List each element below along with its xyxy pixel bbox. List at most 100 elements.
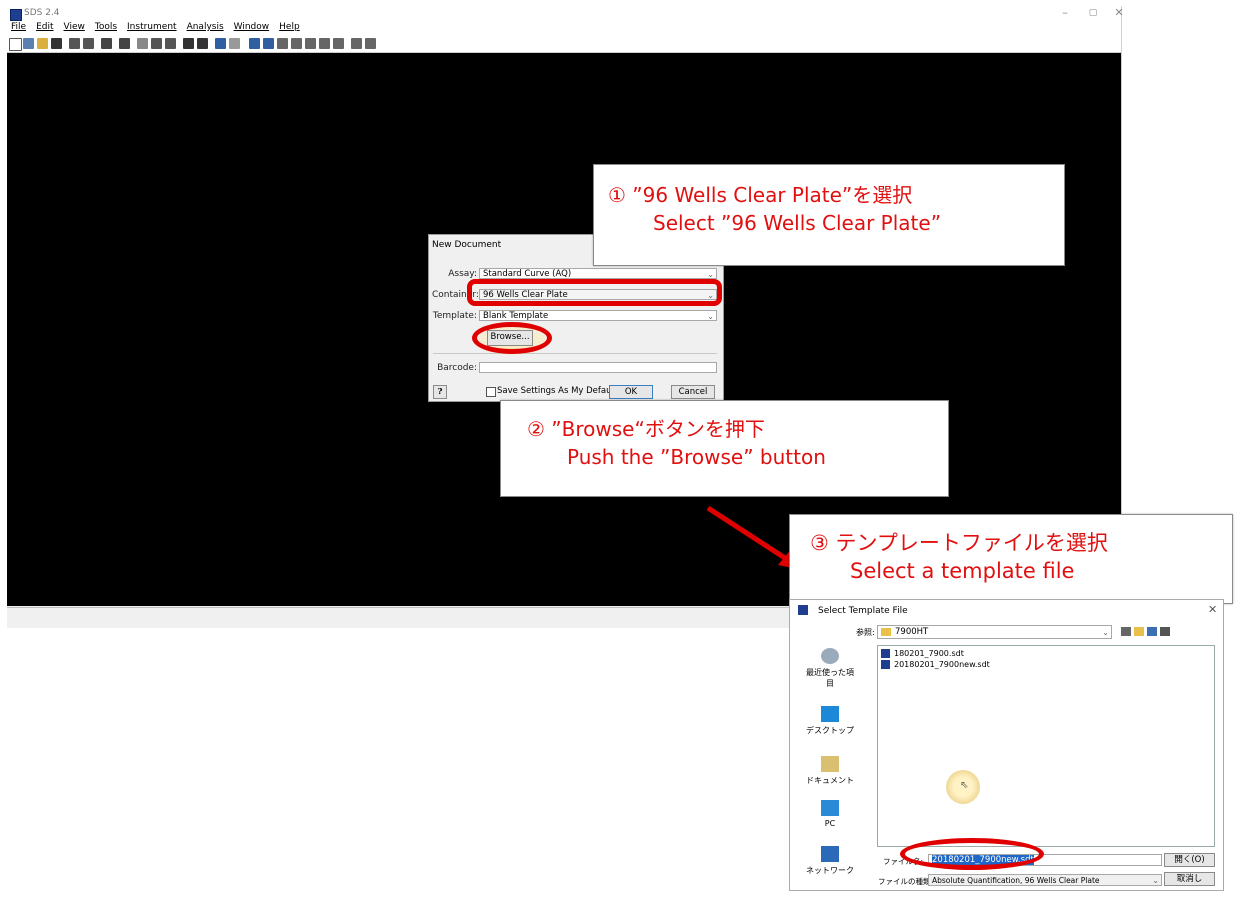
analyze-icon[interactable]	[215, 38, 226, 49]
new-document-icon[interactable]	[9, 38, 22, 51]
cut-icon[interactable]	[137, 38, 148, 49]
app-icon	[798, 605, 808, 615]
callout-step2-en: Push the ”Browse” button	[567, 445, 826, 469]
save-default-label: Save Settings As My Default	[497, 386, 618, 396]
export-icon[interactable]	[83, 38, 94, 49]
view-4-icon[interactable]	[319, 38, 330, 49]
open-button[interactable]: 開く(O)	[1164, 853, 1215, 867]
callout-step1: ① ”96 Wells Clear Plate”を選択 Select ”96 W…	[593, 164, 1065, 266]
view-6-icon[interactable]	[351, 38, 362, 49]
file-item[interactable]: 20180201_7900new.sdt	[881, 660, 990, 669]
place-network-label: ネットワーク	[806, 866, 854, 875]
divider	[433, 353, 717, 354]
pc-icon	[821, 800, 839, 816]
lookin-value: 7900HT	[895, 627, 929, 637]
place-recent[interactable]: 最近使った項目	[805, 648, 855, 689]
callout-step3: ③ テンプレートファイルを選択 Select a template file	[789, 514, 1233, 604]
paste-icon[interactable]	[165, 38, 176, 49]
place-pc[interactable]: PC	[805, 800, 855, 828]
documents-icon	[821, 756, 839, 772]
menu-tools[interactable]: Tools	[95, 22, 117, 32]
file-name: 180201_7900.sdt	[894, 649, 964, 658]
view-7-icon[interactable]	[365, 38, 376, 49]
assay-label: Assay:	[448, 269, 477, 279]
app-icon	[10, 9, 22, 21]
callout-step3-jp: ③ テンプレートファイルを選択	[810, 531, 1108, 555]
place-documents[interactable]: ドキュメント	[805, 756, 855, 786]
menu-instrument[interactable]: Instrument	[127, 22, 177, 32]
place-documents-label: ドキュメント	[806, 776, 854, 785]
print-icon[interactable]	[101, 38, 112, 49]
save-default-checkbox[interactable]	[486, 387, 496, 397]
chevron-down-icon: ⌄	[707, 312, 714, 321]
help-button[interactable]: ?	[433, 385, 447, 399]
up-folder-icon[interactable]	[1121, 627, 1131, 636]
menu-analysis[interactable]: Analysis	[187, 22, 224, 32]
place-desktop-label: デスクトップ	[806, 726, 854, 735]
filetype-select[interactable]: Absolute Quantification, 96 Wells Clear …	[928, 874, 1162, 886]
callout-step3-en: Select a template file	[850, 559, 1075, 583]
sdt-file-icon	[881, 649, 890, 658]
window-title: SDS 2.4	[24, 8, 60, 18]
sdt-file-icon	[881, 660, 890, 669]
filename-highlight-ring	[900, 838, 1044, 870]
close-button[interactable]: ✕	[1101, 6, 1137, 22]
template-label: Template:	[432, 311, 477, 321]
place-desktop[interactable]: デスクトップ	[805, 706, 855, 736]
menu-view[interactable]: View	[64, 22, 85, 32]
open-template-icon[interactable]	[23, 38, 34, 49]
plate-view-icon[interactable]	[249, 38, 260, 49]
template-dialog-title: Select Template File	[818, 606, 908, 616]
view-details-icon[interactable]	[1160, 627, 1170, 636]
menu-edit[interactable]: Edit	[36, 22, 53, 32]
desktop-icon	[821, 706, 839, 722]
view-5-icon[interactable]	[333, 38, 344, 49]
barcode-input[interactable]	[479, 362, 717, 373]
filetype-label: ファイルの種類:	[878, 877, 934, 886]
file-item[interactable]: 180201_7900.sdt	[881, 649, 964, 658]
callout-step2-jp: ② ”Browse“ボタンを押下	[527, 417, 765, 441]
open-folder-icon[interactable]	[37, 38, 48, 49]
menu-help[interactable]: Help	[279, 22, 300, 32]
place-pc-label: PC	[824, 819, 836, 828]
callout-step1-en: Select ”96 Wells Clear Plate”	[653, 211, 942, 235]
import-icon[interactable]	[69, 38, 80, 49]
dialog-title: New Document	[432, 240, 502, 250]
container-highlight-box	[467, 279, 722, 306]
grid-view-icon[interactable]	[263, 38, 274, 49]
find-icon[interactable]	[119, 38, 130, 49]
stop-icon[interactable]	[197, 38, 208, 49]
assay-select[interactable]: Standard Curve (AQ) ⌄	[479, 268, 717, 279]
file-list: 180201_7900.sdt 20180201_7900new.sdt ⇖	[877, 645, 1215, 847]
place-network[interactable]: ネットワーク	[805, 846, 855, 876]
filetype-value: Absolute Quantification, 96 Wells Clear …	[932, 876, 1100, 885]
chevron-down-icon: ⌄	[1152, 876, 1159, 885]
copy-icon[interactable]	[151, 38, 162, 49]
folder-icon	[881, 627, 891, 636]
view-3-icon[interactable]	[305, 38, 316, 49]
template-select[interactable]: Blank Template ⌄	[479, 310, 717, 321]
close-icon[interactable]: ✕	[1208, 603, 1217, 616]
run-icon[interactable]	[183, 38, 194, 49]
ok-button[interactable]: OK	[609, 385, 653, 399]
lookin-select[interactable]: 7900HT ⌄	[877, 625, 1112, 639]
network-icon	[821, 846, 839, 862]
menu-window[interactable]: Window	[234, 22, 270, 32]
chevron-down-icon: ⌄	[1102, 628, 1109, 637]
view-2-icon[interactable]	[291, 38, 302, 49]
assay-value: Standard Curve (AQ)	[483, 269, 572, 279]
view-1-icon[interactable]	[277, 38, 288, 49]
toolbar	[7, 36, 1121, 53]
template-cancel-button[interactable]: 取消し	[1164, 872, 1215, 886]
cancel-button[interactable]: Cancel	[671, 385, 715, 399]
menu-bar: File Edit View Tools Instrument Analysis Windo…	[7, 22, 1121, 36]
menu-file[interactable]: File	[11, 22, 26, 32]
recent-icon	[821, 648, 839, 664]
lookin-label: 参照:	[856, 628, 875, 637]
browse-highlight-ring	[472, 322, 552, 354]
save-icon[interactable]	[51, 38, 62, 49]
results-icon[interactable]	[229, 38, 240, 49]
mouse-pointer-icon: ⇖	[960, 780, 969, 791]
view-list-icon[interactable]	[1147, 627, 1157, 636]
new-folder-icon[interactable]	[1134, 627, 1144, 636]
